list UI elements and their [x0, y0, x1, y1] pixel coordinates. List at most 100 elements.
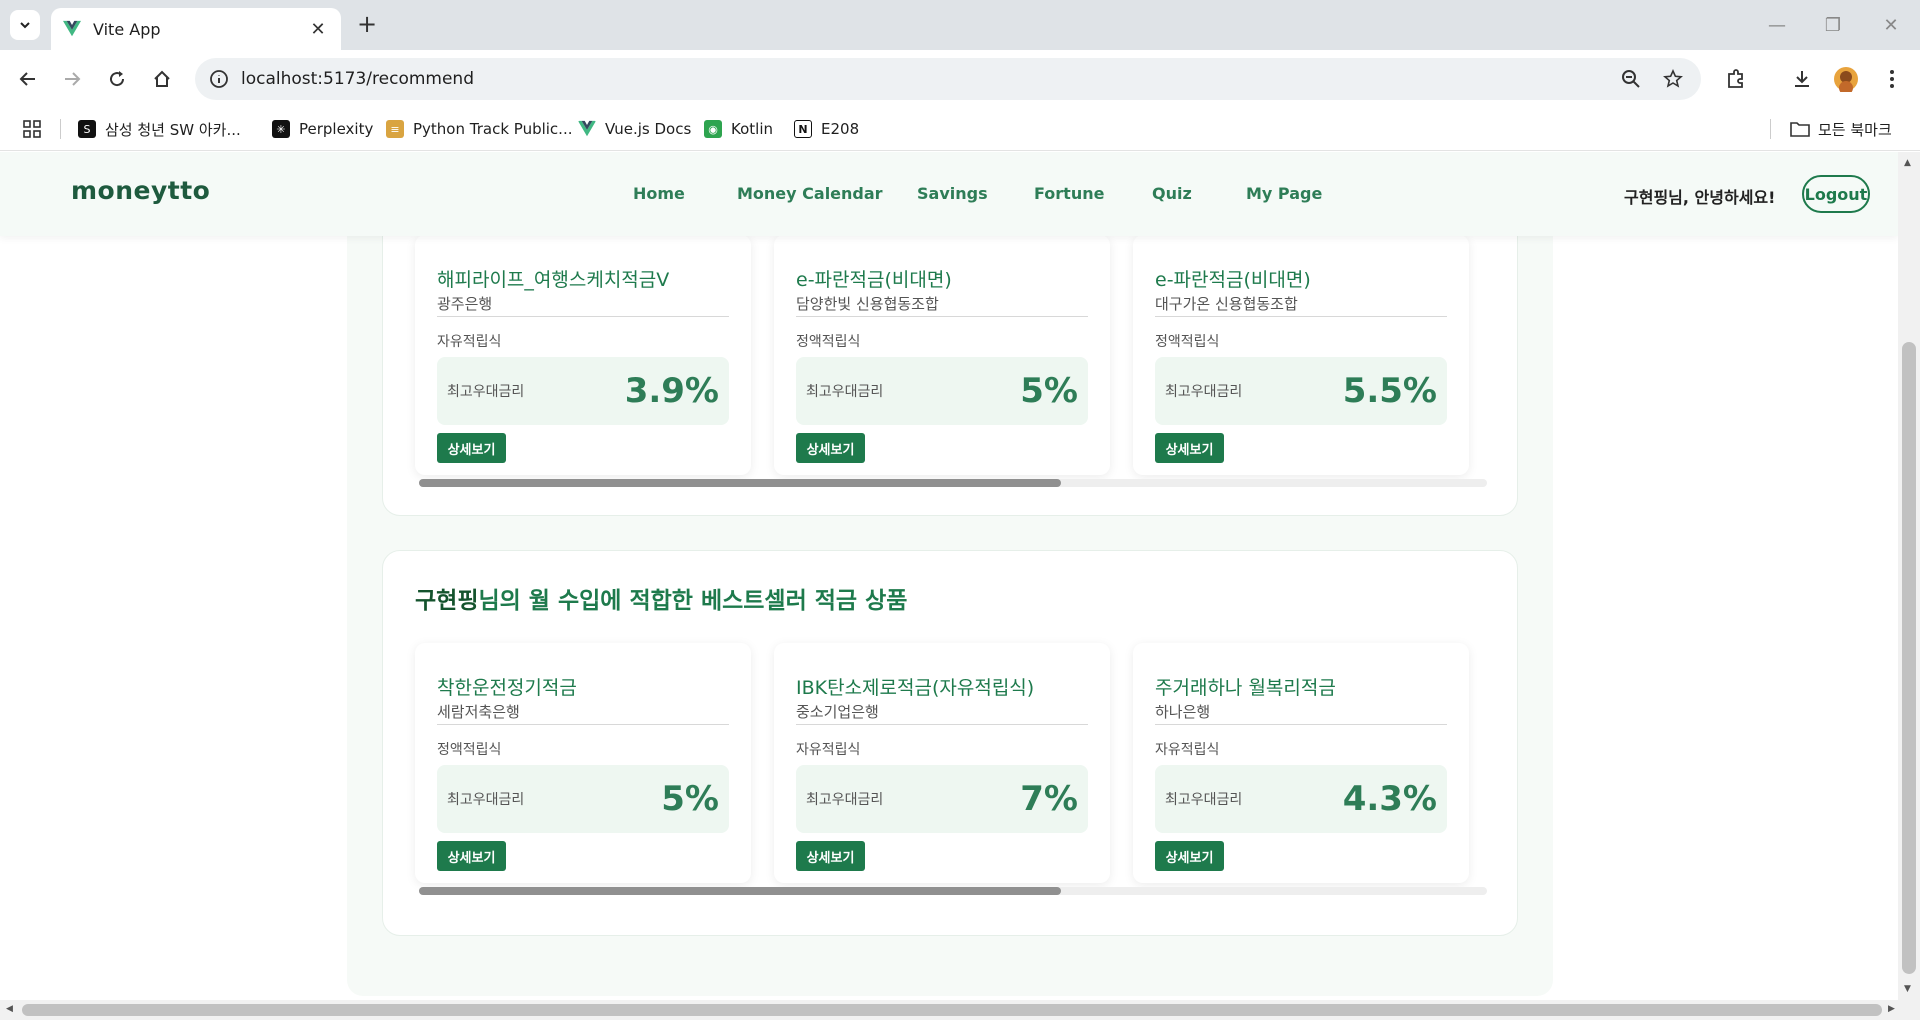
new-tab-button[interactable]: + — [352, 10, 382, 40]
detail-button[interactable]: 상세보기 — [437, 433, 506, 463]
product-card[interactable]: 착한운전정기적금 세람저축은행 정액적립식 최고우대금리 5% 상세보기 — [415, 643, 751, 883]
chevron-down-icon — [20, 22, 30, 29]
page-vertical-scrollbar[interactable]: ▲ ▼ — [1898, 152, 1920, 1000]
nav-quiz[interactable]: Quiz — [1152, 184, 1192, 203]
browser-tab-active[interactable]: Vite App ✕ — [51, 8, 341, 50]
max-rate-value: 4.3% — [1342, 779, 1437, 819]
bookmark-samsung[interactable]: S 삼성 청년 SW 아카... — [78, 115, 241, 143]
browser-tab-bar: Vite App ✕ + — ❐ ✕ — [0, 0, 1920, 50]
rate-box: 최고우대금리 4.3% — [1155, 765, 1447, 833]
scroll-left-arrow-icon[interactable]: ◀ — [6, 1004, 13, 1014]
rate-label: 최고우대금리 — [1165, 384, 1243, 400]
page-viewport: 해피라이프_여행스케치적금V 광주은행 자유적립식 최고우대금리 3.9% 상세… — [0, 152, 1898, 1000]
bookmark-python-track[interactable]: ≡ Python Track Public... — [386, 115, 572, 143]
site-header: moneytto Home Money Calendar Savings For… — [0, 152, 1898, 236]
product-card[interactable]: e-파란적금(비대면) 대구가온 신용협동조합 정액적립식 최고우대금리 5.5… — [1133, 235, 1469, 475]
folder-icon — [1790, 122, 1810, 137]
nav-home[interactable]: Home — [633, 184, 685, 203]
minimize-icon[interactable]: — — [1762, 10, 1792, 40]
max-rate-value: 5% — [1020, 371, 1078, 411]
profile-avatar[interactable] — [1830, 63, 1862, 95]
cards-scrollbar[interactable] — [419, 479, 1487, 487]
zoom-icon[interactable] — [1619, 67, 1643, 91]
rate-box: 최고우대금리 5% — [437, 765, 729, 833]
page-horizontal-scrollbar[interactable]: ◀ ▶ — [0, 1000, 1920, 1020]
tab-search-button[interactable] — [10, 10, 40, 40]
bookmark-kotlin[interactable]: ◉ Kotlin — [704, 115, 773, 143]
scroll-down-arrow-icon[interactable]: ▼ — [1904, 984, 1911, 994]
reload-icon — [110, 71, 125, 87]
site-logo[interactable]: moneytto — [71, 176, 210, 205]
nav-my-page[interactable]: My Page — [1246, 184, 1322, 203]
section-title-text: 님의 월 수입에 적합한 베스트셀러 적금 상품 — [478, 588, 908, 614]
saving-type: 자유적립식 — [796, 742, 861, 758]
nav-money-calendar[interactable]: Money Calendar — [737, 184, 883, 203]
scroll-right-arrow-icon[interactable]: ▶ — [1888, 1004, 1895, 1014]
cards-scrollbar[interactable] — [419, 887, 1487, 895]
extensions-icon[interactable] — [1720, 63, 1752, 95]
tab-title: Vite App — [93, 19, 161, 39]
nav-savings[interactable]: Savings — [917, 184, 988, 203]
saving-type: 정액적립식 — [796, 334, 861, 350]
saving-type: 정액적립식 — [1155, 334, 1220, 350]
all-bookmarks-folder[interactable]: 모든 북마크 — [1790, 115, 1892, 143]
bookmark-label: 삼성 청년 SW 아카... — [105, 120, 241, 139]
bookmark-star-icon[interactable] — [1661, 67, 1685, 91]
nav-fortune[interactable]: Fortune — [1034, 184, 1104, 203]
bookmark-vue-docs[interactable]: Vue.js Docs — [578, 115, 691, 143]
back-button[interactable] — [12, 63, 44, 95]
logout-button[interactable]: Logout — [1802, 175, 1870, 213]
apps-grid-icon[interactable] — [22, 115, 42, 143]
site-info-icon[interactable] — [207, 67, 231, 91]
rate-box: 최고우대금리 7% — [796, 765, 1088, 833]
product-card[interactable]: 해피라이프_여행스케치적금V 광주은행 자유적립식 최고우대금리 3.9% 상세… — [415, 235, 751, 475]
tab-close-icon[interactable]: ✕ — [307, 19, 329, 40]
browser-menu-icon[interactable] — [1876, 63, 1908, 95]
rate-label: 최고우대금리 — [1165, 792, 1243, 808]
rate-label: 최고우대금리 — [806, 384, 884, 400]
bookmark-e208[interactable]: N E208 — [794, 115, 859, 143]
detail-button[interactable]: 상세보기 — [796, 841, 865, 871]
product-card[interactable]: IBK탄소제로적금(자유적립식) 중소기업은행 자유적립식 최고우대금리 7% … — [774, 643, 1110, 883]
rate-label: 최고우대금리 — [806, 792, 884, 808]
perplexity-icon: ✳ — [272, 120, 290, 138]
saving-type: 자유적립식 — [1155, 742, 1220, 758]
bank-name: 광주은행 — [437, 293, 729, 317]
detail-button[interactable]: 상세보기 — [796, 433, 865, 463]
back-arrow-icon — [19, 72, 35, 86]
window-close-icon[interactable]: ✕ — [1876, 10, 1906, 40]
bookmark-label: E208 — [821, 120, 860, 138]
all-bookmarks-label: 모든 북마크 — [1818, 120, 1892, 139]
detail-button[interactable]: 상세보기 — [1155, 841, 1224, 871]
bookmark-perplexity[interactable]: ✳ Perplexity — [272, 115, 373, 143]
url-text[interactable]: localhost:5173/recommend — [241, 58, 474, 100]
address-bar[interactable]: localhost:5173/recommend — [195, 58, 1701, 100]
cards-scrollbar-thumb[interactable] — [419, 479, 1061, 487]
restore-icon[interactable]: ❐ — [1818, 10, 1848, 40]
bookmark-label: Python Track Public... — [413, 120, 573, 138]
bookmarks-divider — [60, 119, 61, 139]
home-button[interactable] — [146, 63, 178, 95]
cards-scrollbar-thumb[interactable] — [419, 887, 1061, 895]
bank-name: 세람저축은행 — [437, 701, 729, 725]
detail-button[interactable]: 상세보기 — [1155, 433, 1224, 463]
notebook-icon: ≡ — [386, 120, 404, 138]
samsung-icon: S — [78, 120, 96, 138]
page-horizontal-scrollbar-thumb[interactable] — [22, 1004, 1882, 1016]
scroll-up-arrow-icon[interactable]: ▲ — [1904, 158, 1911, 168]
detail-button[interactable]: 상세보기 — [437, 841, 506, 871]
bookmark-label: Perplexity — [299, 120, 374, 138]
forward-arrow-icon — [65, 72, 81, 86]
page-vertical-scrollbar-thumb[interactable] — [1902, 342, 1916, 974]
product-name: 주거래하나 월복리적금 — [1155, 677, 1336, 699]
product-card[interactable]: 주거래하나 월복리적금 하나은행 자유적립식 최고우대금리 4.3% 상세보기 — [1133, 643, 1469, 883]
max-rate-value: 7% — [1020, 779, 1078, 819]
bookmarks-divider — [1770, 119, 1771, 139]
max-rate-value: 3.9% — [624, 371, 719, 411]
product-card[interactable]: e-파란적금(비대면) 담양한빛 신용협동조합 정액적립식 최고우대금리 5% … — [774, 235, 1110, 475]
reload-button[interactable] — [101, 63, 133, 95]
forward-button[interactable] — [56, 63, 88, 95]
max-rate-value: 5% — [661, 779, 719, 819]
recommend-section-2: 구현핑님의 월 수입에 적합한 베스트셀러 적금 상품 착한운전정기적금 세람저… — [382, 550, 1518, 936]
download-icon[interactable] — [1786, 63, 1818, 95]
